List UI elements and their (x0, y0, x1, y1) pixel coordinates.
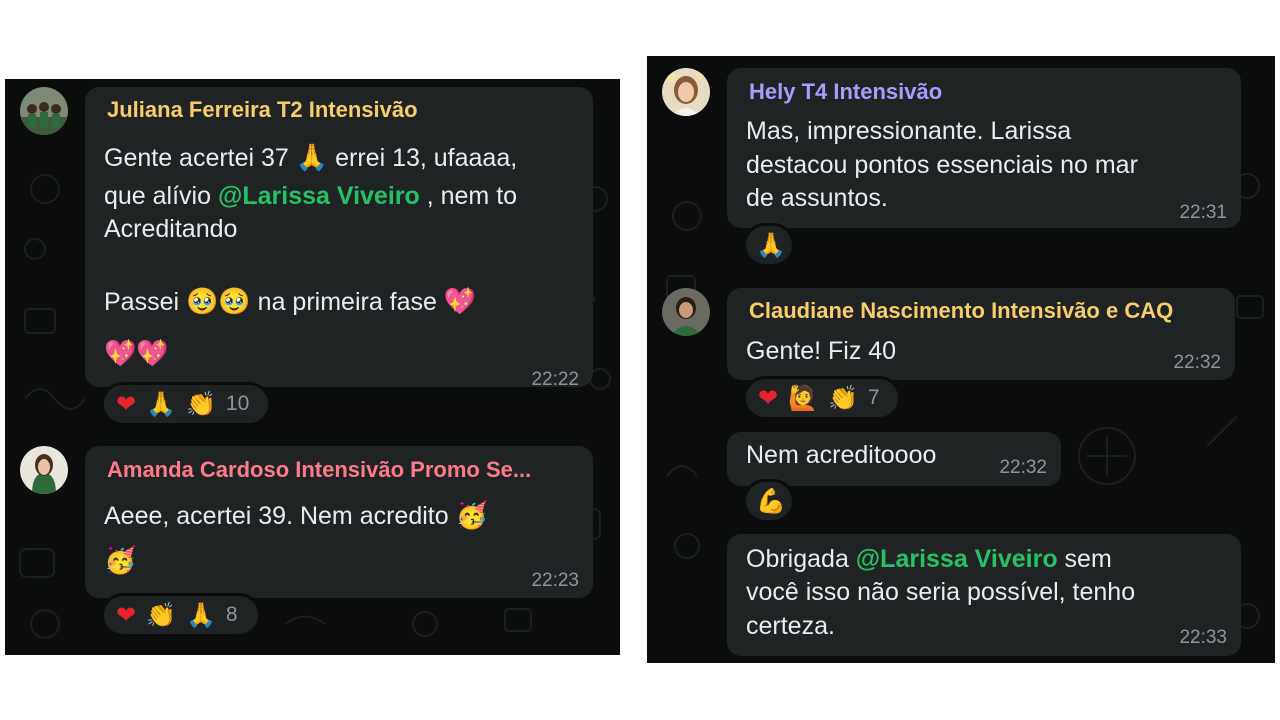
avatar-photo-icon (20, 446, 68, 494)
message-text: Passei (104, 288, 186, 316)
mention-link[interactable]: @Larissa Viveiro (218, 182, 420, 210)
message-line: 💖💖 (104, 337, 169, 371)
avatar[interactable] (20, 446, 68, 494)
message-text: errei 13, ufaaaa, (328, 144, 518, 172)
avatar-photo-icon (662, 68, 710, 116)
heart-emoji-icon: ❤ (758, 384, 779, 412)
pray-emoji-icon: 🙏 (295, 143, 329, 173)
message-line: Passei 🥹🥹 na primeira fase 💖 (104, 285, 476, 319)
message-line: certeza. (746, 612, 835, 640)
message-text: , nem to (419, 182, 518, 210)
message-line: Obrigada @Larissa Viveiro sem (746, 542, 1112, 576)
reaction-count: 10 (225, 392, 250, 415)
message-line: destacou pontos essenciais no mar (746, 151, 1138, 179)
message-bubble[interactable]: Nem acreditoooo 22:32 (727, 432, 1061, 486)
clap-emoji-icon: 👏 (828, 384, 858, 412)
pray-emoji-icon: 🙏 (186, 601, 216, 629)
message-timestamp: 22:32 (999, 457, 1047, 478)
message-line: 🥳 (104, 544, 136, 578)
reactions-bar[interactable]: ❤ 👏 🙏 8 (101, 593, 261, 637)
heart-emoji-icon: ❤ (116, 601, 137, 629)
message-line: Aeee, acertei 39. Nem acredito 🥳 (104, 499, 488, 533)
reactions-bar[interactable]: 🙏 (743, 223, 795, 267)
message-bubble[interactable]: Juliana Ferreira T2 Intensivão Gente ace… (85, 87, 593, 390)
message-line: Gente acertei 37 🙏 errei 13, ufaaaa, (104, 141, 517, 175)
chat-panel-right: Hely T4 Intensivão Mas, impressionante. … (647, 56, 1275, 663)
message-timestamp: 22:23 (531, 570, 579, 591)
message-line: de assuntos. (746, 184, 888, 212)
message-line: Acreditando (104, 215, 238, 243)
message-line: você isso não seria possível, tenho (746, 578, 1136, 606)
message-bubble[interactable]: Hely T4 Intensivão Mas, impressionante. … (727, 68, 1241, 228)
message-timestamp: 22:33 (1179, 627, 1227, 648)
message-line: que alívio @Larissa Viveiro , nem to (104, 179, 517, 213)
message-text: Aeee, acertei 39. Nem acredito (104, 502, 456, 530)
message-bubble[interactable]: Obrigada @Larissa Viveiro sem você isso … (727, 534, 1241, 656)
sender-name[interactable]: Juliana Ferreira T2 Intensivão (107, 97, 418, 123)
message-text: que alívio (104, 182, 218, 210)
sparkling-heart-emoji-icon: 💖 (443, 287, 477, 317)
message-timestamp: 22:31 (1179, 202, 1227, 223)
reactions-bar[interactable]: ❤ 🙏 👏 10 (101, 382, 271, 426)
message-bubble[interactable]: Amanda Cardoso Intensivão Promo Se... Ae… (85, 446, 593, 598)
message-bubble[interactable]: Claudiane Nascimento Intensivão e CAQ Ge… (727, 288, 1235, 380)
heart-emoji-icon: ❤ (116, 390, 137, 418)
party-face-emoji-icon: 🥳 (104, 546, 137, 576)
reactions-bar[interactable]: 💪 (743, 479, 795, 523)
reactions-bar[interactable]: ❤ 🙋 👏 7 (743, 376, 901, 420)
avatar[interactable] (662, 68, 710, 116)
avatar[interactable] (20, 87, 68, 135)
avatar[interactable] (662, 288, 710, 336)
raising-hand-emoji-icon: 🙋 (788, 384, 818, 412)
message-timestamp: 22:32 (1173, 352, 1221, 373)
avatar-photo-icon (20, 87, 68, 135)
avatar-photo-icon (662, 288, 710, 336)
message-timestamp: 22:22 (531, 369, 579, 390)
clap-emoji-icon: 👏 (146, 601, 176, 629)
pray-emoji-icon: 🙏 (756, 231, 786, 259)
party-face-emoji-icon: 🥳 (455, 501, 488, 531)
message-text: sem (1057, 545, 1112, 573)
reaction-count: 8 (225, 603, 238, 626)
sender-name[interactable]: Claudiane Nascimento Intensivão e CAQ (749, 298, 1173, 324)
message-line: Gente! Fiz 40 (746, 337, 897, 365)
message-text: na primeira fase (250, 288, 444, 316)
message-text: Obrigada (746, 545, 856, 573)
message-line: Nem acreditoooo (746, 441, 937, 469)
clap-emoji-icon: 👏 (186, 390, 216, 418)
sparkling-heart-emoji-icon: 💖💖 (104, 339, 169, 369)
chat-panel-left: Juliana Ferreira T2 Intensivão Gente ace… (5, 79, 620, 655)
pleading-face-emoji-icon: 🥹🥹 (185, 287, 251, 317)
sender-name[interactable]: Amanda Cardoso Intensivão Promo Se... (107, 457, 531, 483)
pray-emoji-icon: 🙏 (146, 390, 176, 418)
sender-name[interactable]: Hely T4 Intensivão (749, 79, 942, 105)
mention-link[interactable]: @Larissa Viveiro (856, 545, 1058, 573)
message-line: Mas, impressionante. Larissa (746, 117, 1072, 145)
reaction-count: 7 (867, 386, 880, 409)
message-text: Gente acertei 37 (104, 144, 296, 172)
flexed-biceps-emoji-icon: 💪 (756, 487, 786, 515)
